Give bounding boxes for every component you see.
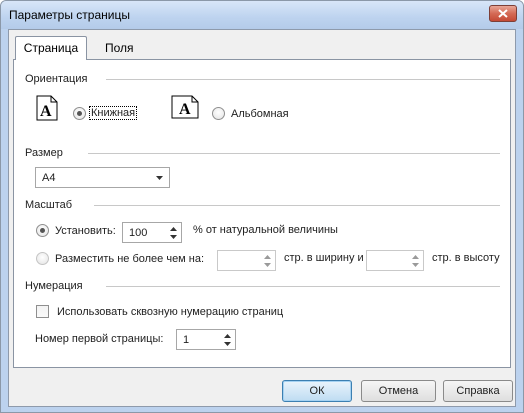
page-setup-dialog: Параметры страницы Страница Поля Ориента… [0,0,524,413]
orientation-divider [106,79,500,80]
tab-margins[interactable]: Поля [93,38,146,60]
fit-pages-wide-spinner[interactable] [217,250,276,271]
portrait-radio[interactable] [73,107,86,120]
spin-up-icon[interactable] [224,334,231,338]
spin-up-icon[interactable] [170,227,177,231]
close-icon [498,9,508,18]
close-button[interactable] [489,5,517,22]
adjust-to-label[interactable]: Установить: [55,225,116,237]
size-heading: Размер [25,147,63,159]
size-divider [88,153,500,154]
scale-heading: Масштаб [25,199,73,211]
landscape-label[interactable]: Альбомная [231,108,289,120]
svg-text:A: A [40,103,52,120]
adjust-to-radio[interactable] [36,224,49,237]
svg-text:A: A [179,101,191,118]
spin-down-icon[interactable] [224,342,231,346]
ok-button[interactable]: ОК [282,380,352,402]
numbering-heading: Нумерация [25,280,83,292]
landscape-radio[interactable] [212,107,225,120]
dialog-body: Страница Поля Ориентация A Книжная A Аль… [8,29,516,407]
scale-percent-spinner[interactable]: 100 [122,222,182,243]
spin-up-icon[interactable] [264,255,271,259]
percent-of-normal-label: % от натуральной величины [193,224,338,236]
tab-page[interactable]: Страница [15,36,87,60]
fit-pages-tall-spinner[interactable] [366,250,424,271]
scale-divider [94,205,500,206]
numbering-divider [106,286,500,287]
orientation-heading: Ориентация [25,73,88,85]
window-title: Параметры страницы [9,8,130,22]
spin-down-icon[interactable] [412,263,419,267]
paper-size-dropdown[interactable]: A4 [35,167,170,188]
first-page-number-value: 1 [183,334,190,346]
fit-to-label[interactable]: Разместить не более чем на: [55,253,204,265]
landscape-page-icon: A [171,95,199,119]
scale-percent-value: 100 [129,227,148,239]
continuous-numbering-checkbox[interactable] [36,305,49,318]
pages-tall-label: стр. в высоту [432,252,500,264]
fit-to-radio[interactable] [36,252,49,265]
paper-size-value: A4 [42,172,56,184]
continuous-numbering-label[interactable]: Использовать сквозную нумерацию страниц [57,306,283,318]
cancel-button[interactable]: Отмена [361,380,436,402]
first-page-number-label: Номер первой страницы: [35,333,164,345]
first-page-number-spinner[interactable]: 1 [176,329,236,350]
title-bar[interactable]: Параметры страницы [1,1,523,29]
portrait-page-icon: A [36,95,58,121]
spin-down-icon[interactable] [170,235,177,239]
spin-up-icon[interactable] [412,255,419,259]
tab-panel-page: Ориентация A Книжная A Альбомная Размер … [13,59,511,368]
portrait-label[interactable]: Книжная [88,106,138,120]
spin-down-icon[interactable] [264,263,271,267]
pages-wide-label: стр. в ширину и [284,252,364,264]
help-button[interactable]: Справка [443,380,513,402]
chevron-down-icon [156,176,163,180]
